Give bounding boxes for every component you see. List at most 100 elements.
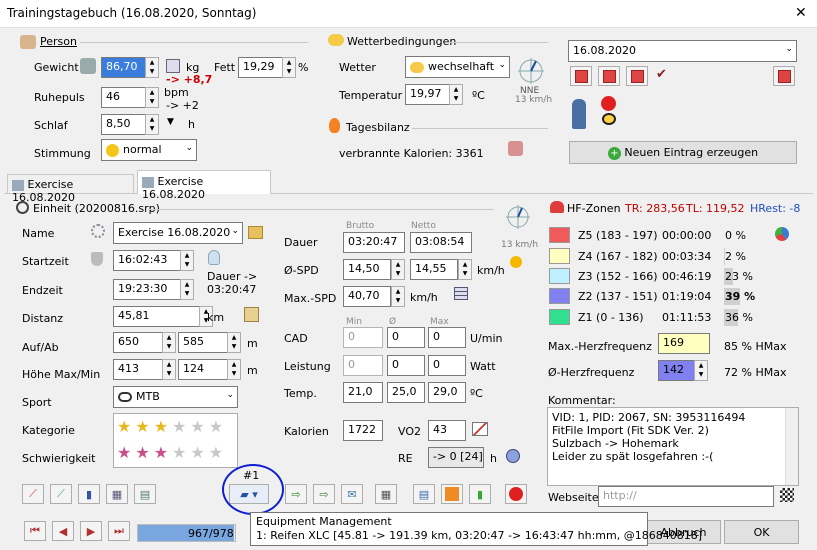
- auf-spinner[interactable]: ▲ ▼: [162, 332, 176, 353]
- endzeit-spinner[interactable]: ▲ ▼: [180, 279, 194, 300]
- spd-brutto-input[interactable]: 14,50: [343, 259, 391, 280]
- wind-compass-icon[interactable]: [514, 56, 548, 86]
- calendar-next-icon[interactable]: [626, 66, 648, 86]
- kategorie-rating[interactable]: ★ ★ ★ ★ ★ ★: [117, 419, 223, 435]
- tab-exercise-2[interactable]: Exercise 16.08.2020: [137, 170, 271, 201]
- email-icon[interactable]: ✉: [341, 484, 363, 504]
- hoehe-min-spinner[interactable]: ▲ ▼: [227, 359, 241, 380]
- kalorien-input[interactable]: 1722: [343, 420, 383, 441]
- fett-spinner[interactable]: ▲ ▼: [282, 57, 296, 78]
- star-empty-icon[interactable]: ★: [209, 445, 223, 461]
- name-combo[interactable]: Exercise 16.08.2020 ⌄: [113, 222, 243, 244]
- qr-code-icon[interactable]: [780, 488, 794, 502]
- maxspd-spinner[interactable]: ▲ ▼: [391, 286, 405, 307]
- gewicht-input[interactable]: 86,70: [101, 57, 146, 78]
- star-filled-icon[interactable]: ★: [117, 445, 131, 461]
- calendar-today-icon[interactable]: [598, 66, 620, 86]
- cad-avg-input[interactable]: 0: [387, 327, 425, 348]
- spd-netto-input[interactable]: 14,55: [410, 259, 458, 280]
- hoehe-max-input[interactable]: 413: [113, 359, 163, 380]
- rss-icon[interactable]: [441, 484, 463, 504]
- startzeit-input[interactable]: 16:02:43: [113, 250, 181, 271]
- star-empty-icon[interactable]: ★: [190, 419, 204, 435]
- spd-netto-spinner[interactable]: ▲ ▼: [458, 259, 472, 280]
- folder-icon[interactable]: [248, 226, 263, 239]
- startzeit-spinner[interactable]: ▲ ▼: [180, 250, 194, 271]
- star-filled-icon[interactable]: ★: [117, 419, 131, 435]
- next-record-button[interactable]: ▶: [80, 521, 102, 541]
- bar-chart-icon[interactable]: ▮: [78, 484, 100, 504]
- calendar-add-icon[interactable]: [773, 66, 795, 86]
- star-empty-icon[interactable]: ★: [190, 445, 204, 461]
- table-icon[interactable]: ▦: [106, 484, 128, 504]
- star-empty-icon[interactable]: ★: [172, 445, 186, 461]
- prev-record-button[interactable]: ◀: [52, 521, 74, 541]
- temp-max-input[interactable]: 29,0: [428, 382, 466, 403]
- gewicht-spinner[interactable]: ▲ ▼: [145, 57, 159, 78]
- ab-spinner[interactable]: ▲ ▼: [227, 332, 241, 353]
- avghf-spinner[interactable]: ▲ ▼: [694, 360, 708, 381]
- chart-icon[interactable]: [472, 422, 488, 436]
- maxspd-input[interactable]: 40,70: [343, 286, 391, 307]
- spd-brutto-spinner[interactable]: ▲ ▼: [391, 259, 405, 280]
- vo2-input[interactable]: 43: [428, 420, 466, 441]
- ab-input[interactable]: 585: [178, 332, 228, 353]
- clock-icon[interactable]: [506, 449, 520, 463]
- temp-min-input[interactable]: 21,0: [343, 382, 383, 403]
- add-chart-icon[interactable]: ▮: [469, 484, 491, 504]
- stimmung-select[interactable]: normal ⌄: [101, 139, 197, 161]
- calendar-prev-icon[interactable]: [570, 66, 592, 86]
- kommentar-textarea[interactable]: VID: 1, PID: 2067, SN: 3953116494 FitFil…: [547, 407, 799, 486]
- scale-icon[interactable]: [80, 58, 96, 74]
- leistung-min-input[interactable]: 0: [343, 355, 383, 376]
- schwierigkeit-rating[interactable]: ★ ★ ★ ★ ★ ★: [117, 445, 223, 461]
- temperatur-input[interactable]: 19,97: [405, 84, 450, 105]
- schlaf-input[interactable]: 8,50: [101, 114, 146, 135]
- calculator-icon[interactable]: [166, 59, 180, 73]
- car-icon[interactable]: ⇨: [313, 484, 335, 504]
- delete-icon[interactable]: [505, 484, 527, 504]
- dauer-brutto-input[interactable]: 03:20:47: [343, 232, 405, 253]
- gear-icon[interactable]: [91, 224, 105, 238]
- schlaf-spinner[interactable]: ▲ ▼: [145, 114, 159, 135]
- cad-max-input[interactable]: 0: [428, 327, 466, 348]
- edit-note-icon[interactable]: [244, 307, 259, 322]
- lightbulb-icon[interactable]: [208, 250, 220, 265]
- new-entry-button[interactable]: + Neuen Eintrag erzeugen: [569, 141, 797, 164]
- chart-line-icon[interactable]: ⟋: [22, 484, 44, 504]
- temp-avg-input[interactable]: 25,0: [387, 382, 425, 403]
- avghf-input[interactable]: 142: [658, 360, 695, 381]
- ruhepuls-input[interactable]: 46: [101, 87, 146, 108]
- fett-input[interactable]: 19,29: [238, 57, 283, 78]
- star-filled-icon[interactable]: ★: [135, 445, 149, 461]
- star-empty-icon[interactable]: ★: [209, 419, 223, 435]
- star-filled-icon[interactable]: ★: [154, 419, 168, 435]
- dauer-netto-input[interactable]: 03:08:54: [410, 232, 472, 253]
- date-select[interactable]: 16.08.2020 ⌄: [568, 40, 797, 62]
- pie-chart-icon[interactable]: [775, 227, 789, 241]
- close-icon[interactable]: ✕: [795, 5, 807, 21]
- maxhf-input[interactable]: 169: [658, 333, 710, 354]
- star-filled-icon[interactable]: ★: [135, 419, 149, 435]
- re-input[interactable]: -> 0 [24]: [428, 447, 484, 468]
- endzeit-input[interactable]: 19:23:30: [113, 279, 181, 300]
- auf-input[interactable]: 650: [113, 332, 163, 353]
- ruhepuls-spinner[interactable]: ▲ ▼: [145, 87, 159, 108]
- wind-compass-icon[interactable]: [503, 202, 533, 234]
- ok-button[interactable]: OK: [724, 520, 799, 544]
- calculator-icon[interactable]: ▦: [375, 484, 397, 504]
- schlaf-dropdown-icon[interactable]: ▼: [167, 117, 174, 127]
- last-record-button[interactable]: ⏭: [108, 521, 130, 541]
- scrollbar[interactable]: [785, 408, 798, 485]
- print-icon[interactable]: ▤: [413, 484, 435, 504]
- tab-exercise-1[interactable]: Exercise 16.08.2020: [7, 174, 134, 204]
- temperatur-spinner[interactable]: ▲ ▼: [449, 84, 463, 105]
- star-filled-icon[interactable]: ★: [154, 445, 168, 461]
- distanz-input[interactable]: 45,81: [113, 306, 200, 327]
- cad-min-input[interactable]: 0: [343, 327, 383, 348]
- hoehe-min-input[interactable]: 124: [178, 359, 228, 380]
- chart-area-icon[interactable]: ⟋: [50, 484, 72, 504]
- leistung-avg-input[interactable]: 0: [387, 355, 425, 376]
- table-grid-icon[interactable]: [454, 287, 468, 300]
- sport-select[interactable]: MTB ⌄: [113, 386, 238, 408]
